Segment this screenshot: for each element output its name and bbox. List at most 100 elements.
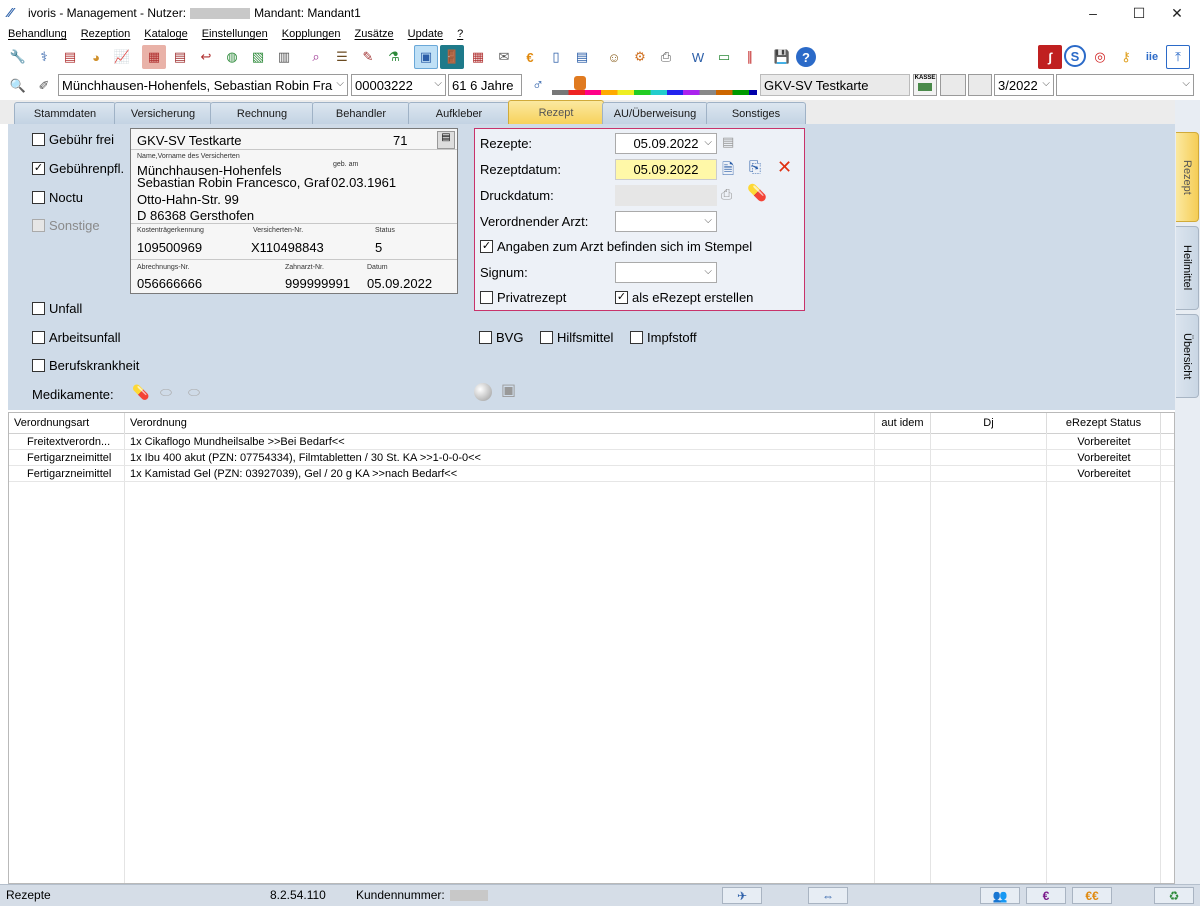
menu-zusaetze[interactable]: Zusätze [355, 28, 394, 40]
tab-rechnung[interactable]: Rechnung [210, 102, 314, 124]
quarter-select[interactable]: 3/2022 ⌵ [994, 74, 1054, 96]
patient-photo-icon[interactable] [574, 76, 586, 90]
arzt-select[interactable]: ⌵ [615, 211, 717, 232]
tab-versicherung[interactable]: Versicherung [114, 102, 212, 124]
column-header-erezept-status[interactable]: eRezept Status [1047, 413, 1161, 433]
help-icon[interactable]: ? [796, 47, 816, 67]
extra-select[interactable]: ⌵ [1056, 74, 1194, 96]
s-service-icon[interactable]: S [1064, 45, 1086, 67]
users-icon[interactable]: 👥 [980, 887, 1020, 904]
tab-behandler[interactable]: Behandler [312, 102, 410, 124]
erezept-checkbox[interactable]: ✓ als eRezept erstellen [615, 290, 753, 305]
tab-au-ueberweisung[interactable]: AU/Überweisung [602, 102, 708, 124]
patient-door-icon[interactable]: 🚪 [440, 45, 464, 69]
close-button[interactable]: ✕ [1154, 0, 1200, 26]
euro-icon[interactable]: € [1026, 887, 1066, 904]
pie-chart-icon[interactable]: ◕ [84, 45, 108, 69]
add-medication-icon[interactable]: 💊 [132, 384, 154, 402]
euro-icon[interactable]: € [518, 45, 542, 69]
male-gender-icon[interactable]: ♂ [526, 74, 550, 98]
unfall-checkbox[interactable]: Unfall [32, 301, 82, 316]
menu-update[interactable]: Update [408, 28, 443, 40]
patient-search-icon[interactable]: 🔍 [6, 74, 30, 98]
column-header-aut-idem[interactable]: aut idem [875, 413, 931, 433]
bvg-checkbox[interactable]: BVG [479, 330, 523, 345]
menu-kopplungen[interactable]: Kopplungen [282, 28, 341, 40]
signature-icon[interactable]: ∥ [738, 45, 762, 69]
arbeitsunfall-checkbox[interactable]: Arbeitsunfall [32, 330, 121, 345]
save-icon[interactable]: 💾 [770, 45, 794, 69]
privatrezept-checkbox[interactable]: Privatrezept [480, 290, 566, 305]
stempel-checkbox[interactable]: ✓ Angaben zum Arzt befinden sich im Stem… [480, 239, 752, 254]
card-save-icon[interactable]: ▤ [437, 131, 455, 149]
certificate-icon[interactable]: ▣ [501, 380, 523, 402]
upload-icon[interactable]: ⤒ [1166, 45, 1190, 69]
recycle-icon[interactable]: ♻ [1154, 887, 1194, 904]
menu-help[interactable]: ? [457, 28, 463, 40]
column-header-dj[interactable]: Dj [931, 413, 1047, 433]
cabinet-icon[interactable]: ▤ [570, 45, 594, 69]
add-medication-icon[interactable]: 💊 [747, 183, 767, 203]
patient-number-select[interactable]: 00003222 ⌵ [351, 74, 446, 96]
bottle-icon[interactable]: ⚗ [382, 45, 406, 69]
statistics-icon[interactable]: ▧ [246, 45, 270, 69]
column-header-verordnung[interactable]: Verordnung [125, 413, 875, 433]
treatment-tool-icon[interactable]: 🔧 [6, 45, 30, 69]
teamviewer-icon[interactable]: ⇔ [808, 887, 848, 904]
tab-rezept[interactable]: Rezept [508, 100, 604, 124]
printer-icon[interactable]: ⎙ [654, 45, 678, 69]
lifebuoy-icon[interactable]: ◎ [1088, 45, 1112, 69]
double-euro-icon[interactable]: €€ [1072, 887, 1112, 904]
impfstoff-checkbox[interactable]: Impfstoff [630, 330, 697, 345]
berufskrankheit-checkbox[interactable]: Berufskrankheit [32, 358, 139, 373]
minimize-button[interactable]: – [1070, 0, 1116, 26]
dental-chair-icon[interactable]: ⚕ [32, 45, 56, 69]
word-export-icon[interactable]: W [686, 45, 710, 69]
signum-select[interactable]: ⌵ [615, 262, 717, 283]
side-tab-heilmittel[interactable]: Heilmittel [1176, 226, 1199, 310]
edit-patient-icon[interactable]: ✐ [32, 74, 56, 98]
doctor-icon[interactable]: ☺ [602, 45, 626, 69]
tab-sonstiges[interactable]: Sonstiges [706, 102, 806, 124]
side-tab-rezept[interactable]: Rezept [1176, 132, 1199, 222]
rezeptdatum-field[interactable]: 05.09.2022 [615, 159, 717, 180]
print-date-icon[interactable]: ⎙ [721, 186, 732, 203]
letter-template-icon[interactable]: ▭ [712, 45, 736, 69]
hilfsmittel-checkbox[interactable]: Hilfsmittel [540, 330, 613, 345]
invoice-icon[interactable]: ▤ [168, 45, 192, 69]
book-icon[interactable]: ▯ [544, 45, 568, 69]
noctu-checkbox[interactable]: Noctu [32, 190, 83, 205]
remote-icon[interactable]: ✈ [722, 887, 762, 904]
menu-rezeption[interactable]: Rezeption [81, 28, 131, 40]
tab-stammdaten[interactable]: Stammdaten [14, 102, 116, 124]
signal-icon[interactable]: ʃ [1038, 45, 1062, 69]
document-list-icon[interactable]: ▤ [58, 45, 82, 69]
search-document-icon[interactable]: ⌕ [304, 45, 328, 69]
iie-icon[interactable]: iie [1140, 45, 1164, 69]
calculator-icon[interactable]: ▦ [142, 45, 166, 69]
key-icon[interactable]: ⚷ [1114, 45, 1138, 69]
calendar-icon[interactable]: ▦ [466, 45, 490, 69]
edit-medication-icon[interactable]: ⬭ [160, 384, 182, 402]
copy-document-icon[interactable]: ⎘ [749, 159, 761, 176]
mail-icon[interactable]: ✉ [492, 45, 516, 69]
report-icon[interactable]: ▥ [272, 45, 296, 69]
gebuehr-frei-checkbox[interactable]: Gebühr frei [32, 132, 114, 147]
pen-paper-icon[interactable]: ✎ [356, 45, 380, 69]
new-document-icon[interactable]: 🗎 [722, 159, 734, 184]
menu-einstellungen[interactable]: Einstellungen [202, 28, 268, 40]
rezepte-select[interactable]: 05.09.2022 ⌵ [615, 133, 717, 154]
card-reader-icon[interactable]: ▣ [414, 45, 438, 69]
sphere-icon[interactable] [474, 383, 492, 401]
column-header-verordnungsart[interactable]: Verordnungsart [9, 413, 125, 433]
menu-behandlung[interactable]: Behandlung [8, 28, 67, 40]
team-icon[interactable]: ⚙ [628, 45, 652, 69]
delete-medication-icon[interactable]: ⬭ [188, 384, 210, 402]
return-arrow-icon[interactable]: ↩ [194, 45, 218, 69]
kasse-card-icon[interactable]: KASSE [913, 74, 937, 96]
table-row[interactable]: Freitextverordn... 1x Cikaflogo Mundheil… [9, 434, 1174, 450]
line-chart-icon[interactable]: 📈 [110, 45, 134, 69]
delete-rezept-icon[interactable]: ▤ [722, 134, 734, 150]
tab-aufkleber[interactable]: Aufkleber [408, 102, 510, 124]
gebuehrenpfl-checkbox[interactable]: ✓ Gebührenpfl. [32, 161, 124, 176]
